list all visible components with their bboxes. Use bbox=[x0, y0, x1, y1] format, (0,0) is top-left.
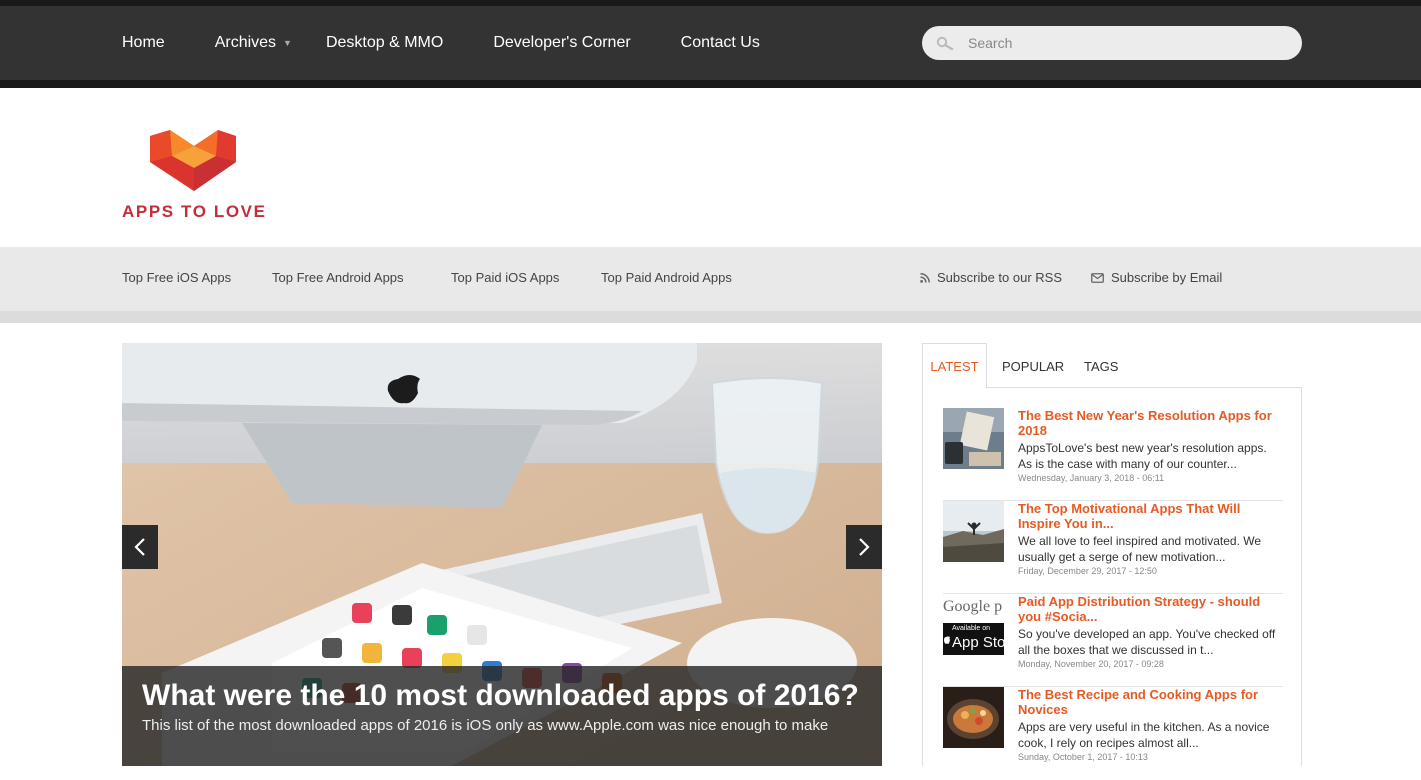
nav-desktop-mmo[interactable]: Desktop & MMO bbox=[326, 34, 443, 52]
slider-prev-button[interactable] bbox=[122, 525, 158, 569]
search-box[interactable] bbox=[922, 26, 1302, 60]
nav-archives[interactable]: Archives ▼ bbox=[215, 34, 292, 52]
rss-icon bbox=[920, 273, 930, 283]
post-body: The Top Motivational Apps That Will Insp… bbox=[1018, 501, 1283, 576]
post-body: The Best Recipe and Cooking Apps for Nov… bbox=[1018, 687, 1283, 762]
post-body: The Best New Year's Resolution Apps for … bbox=[1018, 408, 1283, 483]
list-item: The Best New Year's Resolution Apps for … bbox=[943, 408, 1283, 501]
post-title[interactable]: The Best Recipe and Cooking Apps for Nov… bbox=[1018, 687, 1283, 717]
apple-icon bbox=[944, 636, 950, 644]
nav-contact-us[interactable]: Contact Us bbox=[681, 34, 760, 52]
post-date: Sunday, October 1, 2017 - 10:13 bbox=[1018, 752, 1148, 762]
nav-developers-corner-label: Developer's Corner bbox=[493, 34, 631, 51]
subscribe-rss-label: Subscribe to our RSS bbox=[937, 270, 1063, 285]
post-date: Monday, November 20, 2017 - 09:28 bbox=[1018, 659, 1164, 669]
slide-caption: What were the 10 most downloaded apps of… bbox=[122, 666, 882, 766]
subscribe-email-link[interactable]: Subscribe by Email bbox=[1091, 270, 1222, 285]
nav-desktop-mmo-label: Desktop & MMO bbox=[325, 34, 444, 51]
slider-next-button[interactable] bbox=[846, 525, 882, 569]
thumb-store-text: App Sto bbox=[952, 634, 1004, 651]
post-thumbnail[interactable]: Google p Available on App Sto bbox=[943, 594, 1004, 655]
site-logo-text: APPS TO LOVE bbox=[122, 202, 267, 221]
chevron-left-icon bbox=[134, 538, 145, 556]
tab-latest[interactable]: LATEST bbox=[922, 343, 987, 389]
envelope-icon bbox=[1091, 273, 1104, 283]
subnav-top-paid-android[interactable]: Top Paid Android Apps bbox=[601, 270, 732, 285]
tab-tags[interactable]: TAGS bbox=[1084, 343, 1118, 389]
top-navbar: Home Archives ▼ Desktop & MMO Developer's… bbox=[0, 0, 1421, 88]
site-logo[interactable]: APPS TO LOVE bbox=[122, 128, 267, 223]
caret-down-icon: ▼ bbox=[283, 38, 292, 48]
post-title[interactable]: The Best New Year's Resolution Apps for … bbox=[1018, 408, 1283, 438]
search-icon bbox=[936, 36, 954, 50]
tab-popular[interactable]: POPULAR bbox=[1002, 343, 1064, 389]
slide-title[interactable]: What were the 10 most downloaded apps of… bbox=[142, 680, 862, 711]
nav-home-label: Home bbox=[122, 34, 165, 51]
main-nav: Home Archives ▼ Desktop & MMO Developer's… bbox=[122, 6, 760, 80]
nav-developers-corner[interactable]: Developer's Corner bbox=[493, 34, 630, 52]
subnav-top-paid-ios[interactable]: Top Paid iOS Apps bbox=[451, 270, 559, 285]
chevron-right-icon bbox=[859, 538, 870, 556]
post-title[interactable]: Paid App Distribution Strategy - should … bbox=[1018, 594, 1283, 624]
subnav-top-free-ios[interactable]: Top Free iOS Apps bbox=[122, 270, 231, 285]
post-excerpt: So you've developed an app. You've check… bbox=[1018, 627, 1276, 657]
subnav-top-free-android[interactable]: Top Free Android Apps bbox=[272, 270, 404, 285]
secondary-nav: Top Free iOS Apps Top Free Android Apps … bbox=[0, 247, 1421, 311]
post-excerpt: Apps are very useful in the kitchen. As … bbox=[1018, 720, 1270, 750]
top-navbar-inner: Home Archives ▼ Desktop & MMO Developer's… bbox=[0, 6, 1421, 80]
thumb-available-text: Available on bbox=[952, 625, 991, 632]
post-date: Friday, December 29, 2017 - 12:50 bbox=[1018, 566, 1157, 576]
subnav-divider bbox=[0, 311, 1421, 323]
list-item: Google p Available on App Sto Paid App D… bbox=[943, 594, 1283, 687]
tab-bar: LATEST POPULAR TAGS bbox=[922, 343, 1302, 389]
post-excerpt: We all love to feel inspired and motivat… bbox=[1018, 534, 1262, 564]
post-date: Wednesday, January 3, 2018 - 06:11 bbox=[1018, 473, 1165, 483]
app-store-badge: Available on App Sto bbox=[943, 623, 1004, 655]
post-excerpt: AppsToLove's best new year's resolution … bbox=[1018, 441, 1267, 471]
slide-excerpt: This list of the most downloaded apps of… bbox=[142, 717, 829, 734]
thumb-google-text: Google p bbox=[943, 598, 1003, 615]
nav-contact-us-label: Contact Us bbox=[680, 34, 760, 51]
post-body: Paid App Distribution Strategy - should … bbox=[1018, 594, 1283, 669]
sidebar-tabs: LATEST POPULAR TAGS The Best New Year's … bbox=[922, 343, 1302, 766]
nav-home[interactable]: Home bbox=[122, 34, 165, 52]
list-item: The Best Recipe and Cooking Apps for Nov… bbox=[943, 687, 1283, 780]
nav-archives-label: Archives bbox=[214, 34, 277, 51]
post-title[interactable]: The Top Motivational Apps That Will Insp… bbox=[1018, 501, 1283, 531]
post-thumbnail[interactable] bbox=[943, 408, 1004, 469]
list-item: The Top Motivational Apps That Will Insp… bbox=[943, 501, 1283, 594]
subscribe-rss-link[interactable]: Subscribe to our RSS bbox=[920, 270, 1062, 285]
featured-slider: What were the 10 most downloaded apps of… bbox=[122, 343, 882, 766]
post-thumbnail[interactable] bbox=[943, 687, 1004, 748]
search-input[interactable] bbox=[968, 35, 1268, 51]
heart-logo-icon bbox=[150, 130, 236, 191]
post-thumbnail[interactable] bbox=[943, 501, 1004, 562]
latest-posts-panel: The Best New Year's Resolution Apps for … bbox=[922, 388, 1302, 766]
subscribe-email-label: Subscribe by Email bbox=[1111, 270, 1223, 285]
